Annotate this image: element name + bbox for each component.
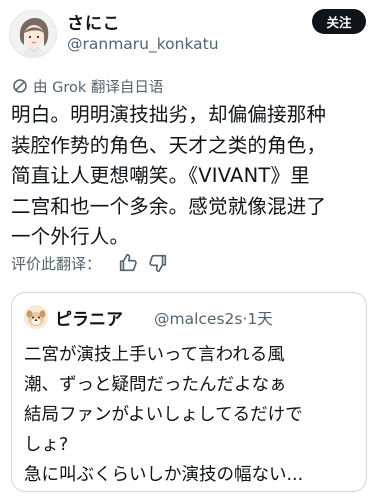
- follow-button[interactable]: 关注: [312, 9, 366, 34]
- quoted-post-body: 二宮が演技上手いって言われる風 潮、ずっと疑問だったんだよなぁ 結局ファンがよい…: [24, 340, 360, 490]
- quoted-body-line: しょ?: [24, 435, 69, 455]
- quoted-body-line: 潮、ずっと疑問だったんだよなぁ: [24, 375, 287, 395]
- rate-translation: 评价此翻译：: [11, 251, 169, 275]
- dog-avatar-illustration: [24, 305, 48, 329]
- quoted-body-line: 結局ファンがよいしょしてるだけで: [24, 405, 303, 425]
- post-header: さにこ @ranmaru_konkatu 关注: [0, 0, 378, 68]
- translation-notice-label: 由 Grok 翻译自日语: [33, 79, 164, 96]
- translation-notice: 由 Grok 翻译自日语: [12, 76, 163, 96]
- quoted-body-line: 急に叫ぶくらいしか演技の幅ない...: [24, 465, 304, 485]
- translate-icon: [13, 79, 27, 93]
- rate-translation-label: 评价此翻译：: [11, 254, 102, 273]
- post-body-line: 装腔作势的角色、天才之类的角色，: [11, 133, 327, 157]
- post-body: 明白。明明演技拙劣，却偏偏接那种 装腔作势的角色、天才之类的角色， 简直让人更想…: [11, 100, 371, 253]
- quoted-author-avatar[interactable]: [24, 305, 48, 329]
- post-body-line: 一个外行人。: [11, 225, 130, 248]
- quoted-author-name[interactable]: ピラニア: [55, 305, 123, 330]
- author-handle[interactable]: @ranmaru_konkatu: [67, 35, 219, 53]
- avatar-illustration: [10, 11, 56, 57]
- quoted-body-line: 二宮が演技上手いって言われる風: [24, 345, 285, 365]
- post-body-line: 二宫和也一个多余。感觉就像混进了: [11, 194, 327, 218]
- quoted-author-handle[interactable]: @malces2s·1天: [154, 307, 273, 329]
- quoted-post[interactable]: ピラニア @malces2s·1天 二宮が演技上手いって言われる風 潮、ずっと疑…: [11, 292, 367, 492]
- thumbs-down-icon[interactable]: [147, 252, 169, 274]
- thumbs-up-icon[interactable]: [117, 252, 139, 274]
- post-body-line: 简直让人更想嘲笑。《VIVANT》里: [11, 164, 310, 187]
- author-avatar[interactable]: [9, 10, 57, 58]
- post-body-line: 明白。明明演技拙劣，却偏偏接那种: [11, 103, 327, 126]
- author-name[interactable]: さにこ: [67, 9, 121, 34]
